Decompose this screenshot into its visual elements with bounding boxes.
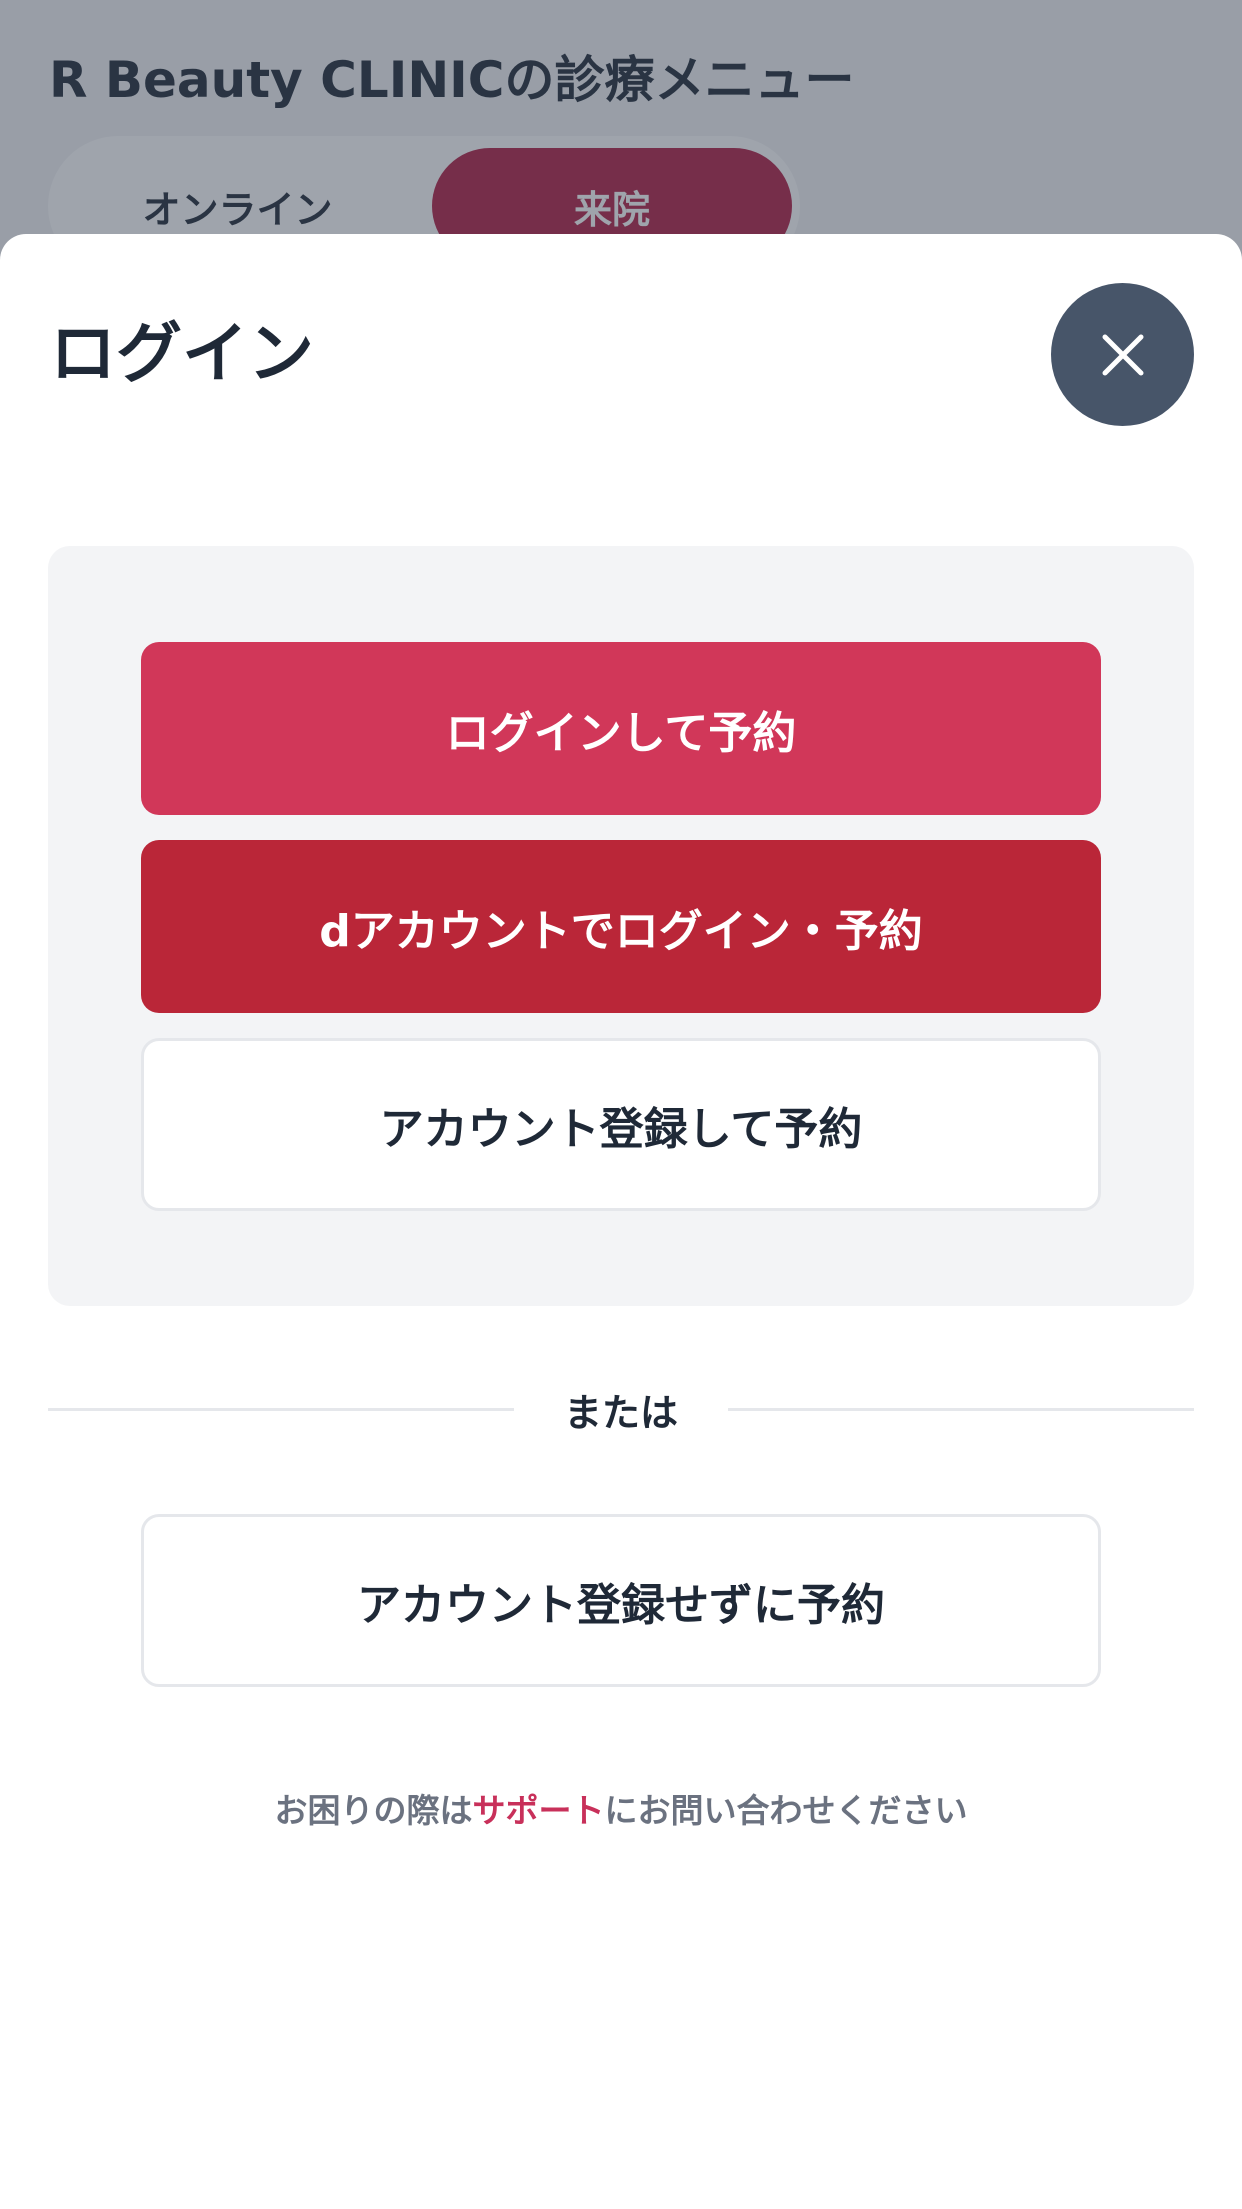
d-account-login-button[interactable]: dアカウントでログイン・予約 bbox=[141, 840, 1101, 1013]
login-sheet: ログイン ログインして予約 dアカウントでログイン・予約 アカウント登録して予約… bbox=[0, 234, 1242, 2209]
login-and-reserve-button[interactable]: ログインして予約 bbox=[141, 642, 1101, 815]
reserve-without-account-button[interactable]: アカウント登録せずに予約 bbox=[141, 1514, 1101, 1687]
divider-left bbox=[48, 1408, 514, 1411]
divider-right bbox=[728, 1408, 1194, 1411]
sheet-title: ログイン bbox=[50, 315, 314, 392]
help-text-after: にお問い合わせください bbox=[604, 1791, 968, 1830]
close-icon bbox=[1102, 334, 1143, 375]
help-text-before: お困りの際は bbox=[274, 1791, 473, 1830]
close-button[interactable] bbox=[1051, 283, 1194, 426]
support-link[interactable]: サポート bbox=[473, 1791, 605, 1830]
register-and-reserve-button[interactable]: アカウント登録して予約 bbox=[141, 1038, 1101, 1211]
divider-label: または bbox=[563, 1391, 678, 1435]
help-text: お困りの際はサポートにお問い合わせください bbox=[0, 1784, 1242, 1832]
